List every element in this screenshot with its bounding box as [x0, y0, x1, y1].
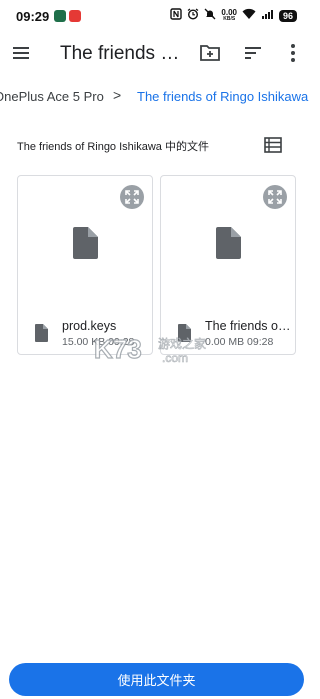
mute-icon — [204, 8, 216, 24]
alarm-icon — [187, 8, 199, 24]
file-preview-icon — [215, 227, 241, 259]
breadcrumb-item-device[interactable]: OnePlus Ace 5 Pro — [0, 89, 104, 104]
file-icon — [34, 324, 48, 342]
more-vert-icon[interactable] — [280, 40, 306, 66]
status-right: 0.00 KB/S 96 — [170, 8, 297, 24]
file-meta: 15.00 KB 09:28 — [62, 336, 135, 348]
expand-icon[interactable] — [263, 185, 287, 209]
file-icon — [177, 324, 191, 342]
app-notification-icon — [54, 10, 66, 22]
signal-5g-icon — [261, 8, 274, 24]
menu-icon[interactable] — [10, 42, 32, 64]
sort-icon[interactable] — [240, 40, 266, 66]
file-name: prod.keys — [62, 319, 117, 333]
nfc-icon — [170, 8, 183, 24]
file-preview-icon — [72, 227, 98, 259]
new-folder-icon[interactable] — [197, 40, 223, 66]
app-bar: The friends of Ringo Ishikawa — [0, 32, 315, 78]
file-card[interactable]: prod.keys 15.00 KB 09:28 — [17, 175, 153, 355]
section-title: The friends of Ringo Ishikawa 中的文件 — [17, 141, 209, 153]
net-speed-value: 0.00 — [221, 8, 237, 17]
app-notification-icon-red — [69, 10, 81, 22]
use-this-folder-button[interactable]: 使用此文件夹 — [9, 663, 304, 696]
file-card[interactable]: The friends of Ringo Ishikawa 0.00 MB 09… — [160, 175, 296, 355]
status-bar: 09:29 0.00 KB/S 96 — [0, 0, 315, 32]
breadcrumb: OnePlus Ace 5 Pro > The friends of Ringo… — [0, 85, 315, 109]
net-speed-unit: KB/S — [223, 16, 236, 22]
expand-icon[interactable] — [120, 185, 144, 209]
battery-indicator: 96 — [278, 10, 297, 22]
net-speed: 0.00 KB/S — [221, 9, 237, 23]
file-name: The friends of Ringo Ishikawa — [205, 319, 291, 333]
page-title: The friends of Ringo Ishikawa — [60, 43, 185, 64]
status-time: 09:29 — [16, 9, 50, 24]
wifi-icon — [242, 8, 256, 24]
list-view-icon[interactable] — [264, 137, 282, 153]
breadcrumb-item-current[interactable]: The friends of Ringo Ishikawa — [137, 89, 308, 104]
file-meta: 0.00 MB 09:28 — [205, 336, 274, 348]
breadcrumb-separator: > — [113, 87, 122, 103]
